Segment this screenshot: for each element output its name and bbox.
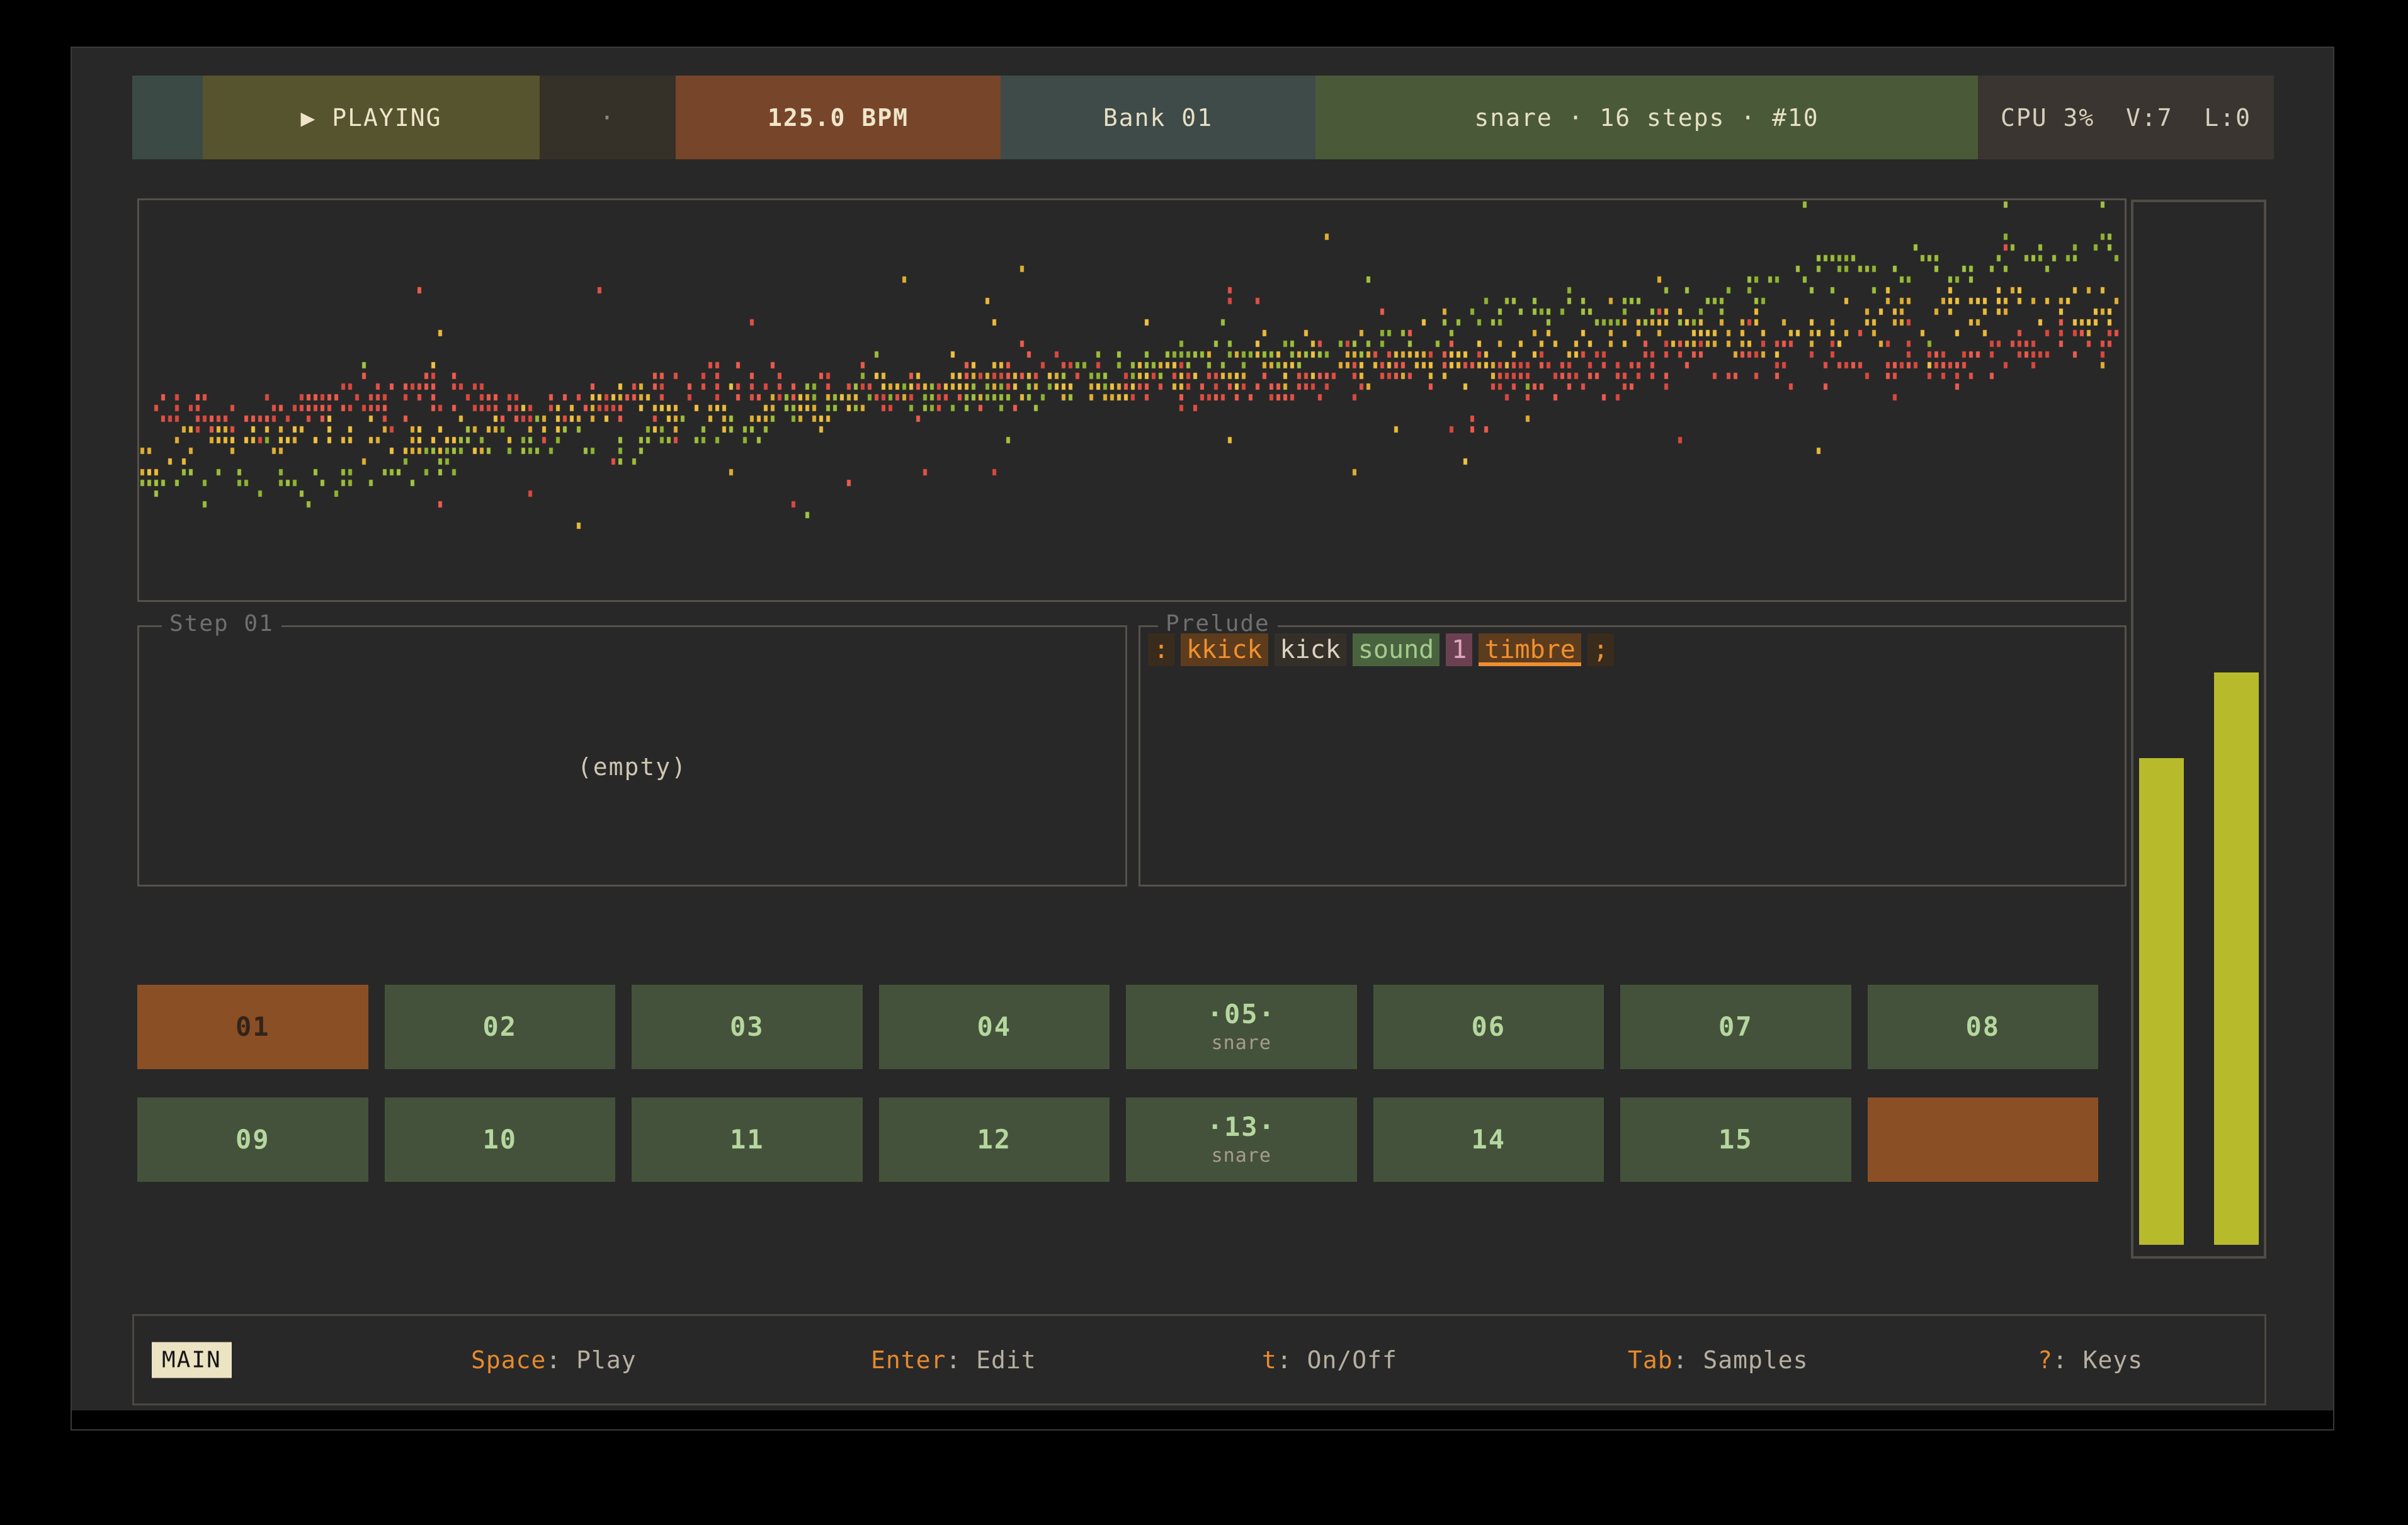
hint-label: : Play: [546, 1346, 636, 1374]
step-button-label: 08: [1965, 1012, 2000, 1042]
step-button-15[interactable]: 15: [1620, 1097, 1851, 1182]
step-button-label: 07: [1718, 1012, 1753, 1042]
step-button-label: ·13·: [1207, 1112, 1276, 1142]
hint-tab: Tab: Samples: [1628, 1346, 1809, 1374]
step-button-03[interactable]: 03: [632, 985, 863, 1069]
level-meter-panel: [2131, 200, 2266, 1259]
topbar-segment-bank-display[interactable]: Bank 01: [1001, 76, 1315, 159]
step-button-05[interactable]: ·05· snare: [1126, 985, 1357, 1069]
prelude-token-6[interactable]: ;: [1587, 633, 1614, 666]
app-window: ▶ PLAYING·125.0 BPMBank 01snare · 16 ste…: [72, 48, 2333, 1410]
topbar-segment-cpu-stats: CPU 3% V:7 L:0: [1978, 76, 2274, 159]
prelude-code-line[interactable]: :kkickkicksound1timbre;: [1148, 633, 1614, 666]
step-button-label: 02: [482, 1012, 517, 1042]
step-button-13[interactable]: ·13· snare: [1126, 1097, 1357, 1182]
hint-key: t: [1262, 1346, 1277, 1374]
step-button-04[interactable]: 04: [879, 985, 1110, 1069]
mode-badge: MAIN: [152, 1342, 232, 1378]
partials-visualizer-panel: [137, 198, 2127, 602]
prelude-panel: Prelude :kkickkicksound1timbre;: [1139, 625, 2127, 887]
steps-grid: 01 02 03 04 ·05· snare 06 07 08 09 10 11 12 ·13· snare…: [137, 985, 2098, 1182]
step-button-sample-name: snare: [1212, 1145, 1271, 1167]
step-button-label: 03: [730, 1012, 764, 1042]
topbar-segment-bpm-display[interactable]: 125.0 BPM: [676, 76, 1001, 159]
status-bar: MAIN Space: Play Enter: Edit t: On/Off Tab:…: [132, 1314, 2266, 1405]
step-button-14[interactable]: 14: [1373, 1097, 1604, 1182]
step-button-label: 01: [236, 1012, 270, 1042]
step-button-label: 06: [1471, 1012, 1506, 1042]
app-window-frame: ▶ PLAYING·125.0 BPMBank 01snare · 16 ste…: [71, 47, 2334, 1431]
hint-space: Space: Play: [471, 1346, 637, 1374]
step-button-06[interactable]: 06: [1373, 985, 1604, 1069]
step-button-label: 10: [482, 1125, 517, 1155]
step-button-01[interactable]: 01: [137, 985, 368, 1069]
step-button-label: ·05·: [1207, 999, 1276, 1029]
step-button-02[interactable]: 02: [385, 985, 616, 1069]
prelude-token-5[interactable]: timbre: [1479, 633, 1581, 666]
hint-t: t: On/Off: [1262, 1346, 1397, 1374]
hint-key: Enter: [871, 1346, 946, 1374]
step-button-label: 12: [977, 1125, 1011, 1155]
hint-label: : On/Off: [1277, 1346, 1397, 1374]
prelude-token-4[interactable]: 1: [1446, 633, 1472, 666]
hint-key: Tab: [1628, 1346, 1673, 1374]
topbar-segment-accent-block: [132, 76, 203, 159]
step-button-10[interactable]: 10: [385, 1097, 616, 1182]
step-empty-label: (empty): [139, 753, 1125, 781]
step-button-12[interactable]: 12: [879, 1097, 1110, 1182]
step-button-07[interactable]: 07: [1620, 985, 1851, 1069]
step-button-label: 09: [236, 1125, 270, 1155]
hint-key: Space: [471, 1346, 546, 1374]
hint-key: ?: [2038, 1346, 2053, 1374]
step-button-16[interactable]: [1868, 1097, 2099, 1182]
topbar-segment-transport-status[interactable]: ▶ PLAYING: [203, 76, 540, 159]
step-button-09[interactable]: 09: [137, 1097, 368, 1182]
step-button-08[interactable]: 08: [1868, 985, 2099, 1069]
step-button-label: 04: [977, 1012, 1011, 1042]
step-button-sample-name: snare: [1212, 1032, 1271, 1055]
hint-label: : Samples: [1673, 1346, 1809, 1374]
hint-label: : Edit: [946, 1346, 1036, 1374]
prelude-token-3[interactable]: sound: [1353, 633, 1440, 666]
partials-visualizer-canvas: [139, 200, 2125, 600]
step-detail-panel: Step 01 (empty): [137, 625, 1127, 887]
step-button-label: 14: [1471, 1125, 1506, 1155]
topbar-segment-track-info[interactable]: snare · 16 steps · #10: [1315, 76, 1978, 159]
step-button-11[interactable]: 11: [632, 1097, 863, 1182]
hint-label: : Keys: [2053, 1346, 2143, 1374]
transport-bar: ▶ PLAYING·125.0 BPMBank 01snare · 16 ste…: [132, 76, 2274, 159]
hint-enter: Enter: Edit: [871, 1346, 1036, 1374]
prelude-token-2[interactable]: kick: [1275, 633, 1346, 666]
topbar-segment-separator-dot: ·: [540, 76, 676, 159]
step-button-label: 11: [730, 1125, 764, 1155]
step-button-label: 15: [1718, 1125, 1753, 1155]
prelude-title: Prelude: [1158, 611, 1278, 637]
prelude-token-0[interactable]: :: [1148, 633, 1174, 666]
meter-left: [2139, 758, 2184, 1245]
meter-right: [2214, 672, 2259, 1245]
prelude-token-1[interactable]: kkick: [1181, 633, 1268, 666]
desktop: { "app": { "window_bg": "#282828", "wind…: [0, 0, 2408, 1525]
step-detail-title: Step 01: [162, 611, 281, 637]
hint-?: ?: Keys: [2038, 1346, 2143, 1374]
